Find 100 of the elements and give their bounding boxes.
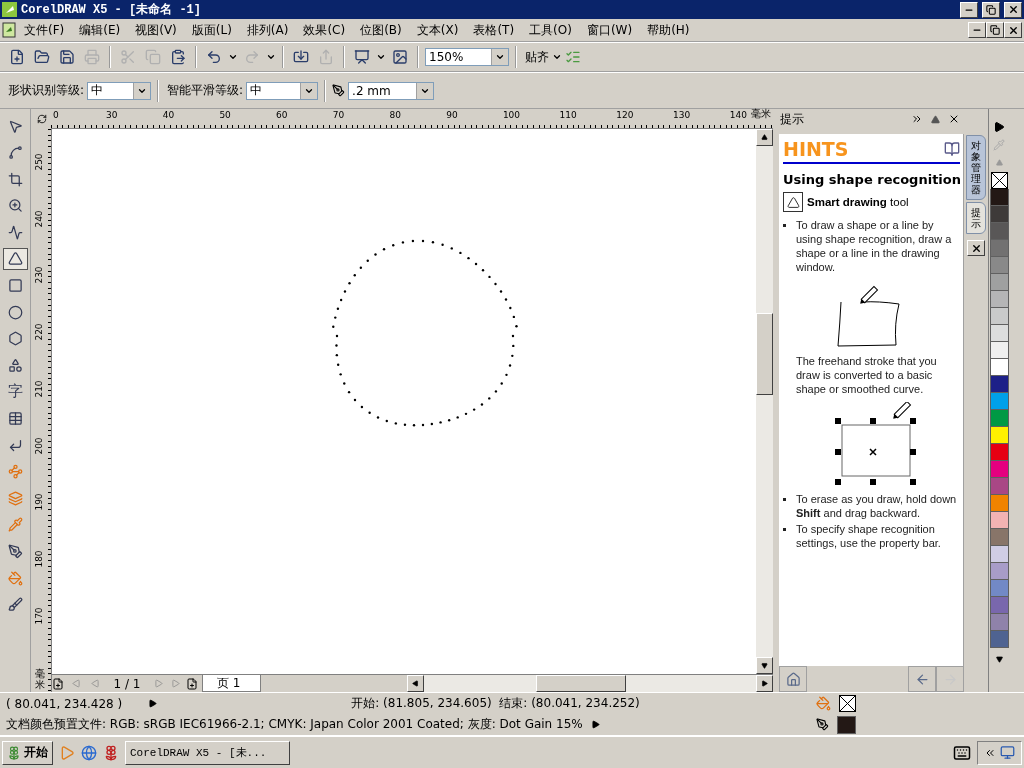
shape-level-dropdown[interactable]: 中 [87, 81, 152, 100]
menu-item[interactable]: 文件(F) [16, 19, 72, 41]
caret-icon[interactable] [266, 52, 276, 62]
color-swatch[interactable] [989, 359, 1009, 376]
scroll-down-icon[interactable] [995, 656, 1003, 663]
expand-icon[interactable] [911, 113, 923, 125]
color-swatch[interactable] [989, 580, 1009, 597]
color-swatch[interactable] [989, 563, 1009, 580]
color-swatch[interactable] [989, 546, 1009, 563]
caret-icon[interactable] [228, 52, 238, 62]
new-document-icon [9, 49, 25, 65]
flower-icon[interactable] [103, 744, 119, 761]
horizontal-scrollbar[interactable] [407, 675, 773, 692]
home-button[interactable] [779, 666, 807, 692]
menu-item[interactable]: 排列(A) [238, 19, 296, 41]
color-swatch[interactable] [989, 393, 1009, 410]
tool-button[interactable] [2, 247, 28, 270]
caret-icon[interactable] [552, 52, 562, 62]
color-swatch[interactable] [989, 495, 1009, 512]
color-swatch[interactable] [989, 427, 1009, 444]
close-button[interactable] [1004, 1, 1022, 18]
add-page-icon[interactable] [52, 677, 64, 690]
scroll-thumb[interactable] [756, 313, 773, 395]
dropdown-arrow-button[interactable] [491, 49, 508, 65]
menu-item[interactable]: 帮助(H) [639, 19, 697, 41]
minimize-button[interactable] [968, 22, 986, 38]
menu-item[interactable]: 位图(B) [352, 19, 409, 41]
book-icon[interactable] [944, 141, 960, 157]
color-swatch[interactable] [989, 512, 1009, 529]
fill-swatch[interactable] [839, 695, 856, 712]
close-button[interactable] [1004, 22, 1022, 38]
color-swatch[interactable] [989, 444, 1009, 461]
color-swatch[interactable] [989, 410, 1009, 427]
dropdown-arrow-button[interactable] [133, 82, 151, 99]
color-swatch[interactable] [989, 376, 1009, 393]
vertical-scrollbar[interactable] [756, 129, 773, 674]
start-end-coordinates: 开始: (81.805, 234.605) 结束: (80.041, 234.252) [351, 695, 640, 712]
docker-tab[interactable]: 提示 [966, 202, 986, 234]
collapse-icon[interactable] [931, 114, 940, 124]
close-button[interactable] [967, 240, 985, 256]
color-swatch[interactable] [989, 614, 1009, 631]
color-swatch[interactable] [989, 257, 1009, 274]
no-color-swatch[interactable] [990, 172, 1008, 189]
color-swatch[interactable] [989, 631, 1009, 648]
caret-icon[interactable] [376, 52, 386, 62]
menu-item[interactable]: 版面(L) [183, 19, 239, 41]
minimize-button[interactable] [960, 1, 978, 18]
ruler-unit: 毫米 [751, 109, 771, 119]
color-swatch[interactable] [989, 597, 1009, 614]
restore-button[interactable] [986, 22, 1004, 38]
outline-swatch[interactable] [837, 715, 856, 734]
start-button[interactable]: 开始 [2, 740, 53, 765]
color-swatch[interactable] [989, 274, 1009, 291]
menu-item[interactable]: 效果(C) [295, 19, 353, 41]
color-swatch[interactable] [989, 240, 1009, 257]
browser-icon[interactable] [81, 744, 97, 761]
checklist-icon[interactable] [565, 49, 581, 65]
menu-item[interactable]: 工具(O) [521, 19, 579, 41]
color-swatch[interactable] [989, 461, 1009, 478]
expand-arrow-icon[interactable] [590, 720, 600, 729]
hints-heading: HINTS [783, 138, 849, 160]
smooth-level-dropdown[interactable]: 中 [246, 81, 319, 100]
color-swatch[interactable] [989, 529, 1009, 546]
color-swatch[interactable] [989, 291, 1009, 308]
dropdown-arrow-button[interactable] [416, 82, 434, 99]
scroll-thumb[interactable] [536, 675, 627, 692]
color-swatch[interactable] [989, 478, 1009, 495]
menu-item[interactable]: 表格(T) [465, 19, 522, 41]
outline-width-dropdown[interactable]: .2 mm [348, 81, 435, 100]
ruler-label: 80 [389, 110, 401, 120]
color-swatch[interactable] [989, 342, 1009, 359]
document-icon[interactable] [2, 22, 16, 38]
color-swatch[interactable] [989, 206, 1009, 223]
keyboard-icon[interactable] [953, 743, 971, 762]
close-icon[interactable] [948, 113, 960, 125]
menu-item[interactable]: 视图(V) [127, 19, 184, 41]
dropdown-arrow-button[interactable] [300, 82, 318, 99]
menu-item[interactable]: 文本(X) [408, 19, 466, 41]
bullet-icon [783, 224, 786, 227]
back-button[interactable] [908, 666, 936, 692]
menu-item[interactable]: 编辑(E) [71, 19, 128, 41]
ruler-origin-icon[interactable] [37, 114, 47, 124]
expand-arrow-icon[interactable] [148, 699, 158, 708]
add-page-icon[interactable] [186, 677, 198, 690]
snap-label[interactable]: 贴齐 [525, 48, 549, 66]
zoom-dropdown[interactable]: 150% [425, 48, 509, 66]
color-swatch[interactable] [989, 189, 1009, 206]
flyout-icon[interactable] [993, 121, 1005, 133]
save-icon [59, 49, 75, 65]
page-tab[interactable]: 页 1 [202, 675, 262, 692]
menu-item[interactable]: 窗口(W) [578, 19, 640, 41]
restore-button[interactable] [982, 1, 1000, 18]
color-swatch[interactable] [989, 325, 1009, 342]
page-counter: 1 / 1 [112, 676, 142, 691]
color-swatch[interactable] [989, 308, 1009, 325]
color-swatch[interactable] [989, 223, 1009, 240]
docker-tab[interactable]: 对象管理器 [966, 135, 986, 200]
tool-button[interactable]: 字 [2, 380, 28, 403]
network-icon[interactable] [1000, 745, 1015, 760]
taskbar-button[interactable]: CorelDRAW X5 - [未... [125, 740, 290, 765]
